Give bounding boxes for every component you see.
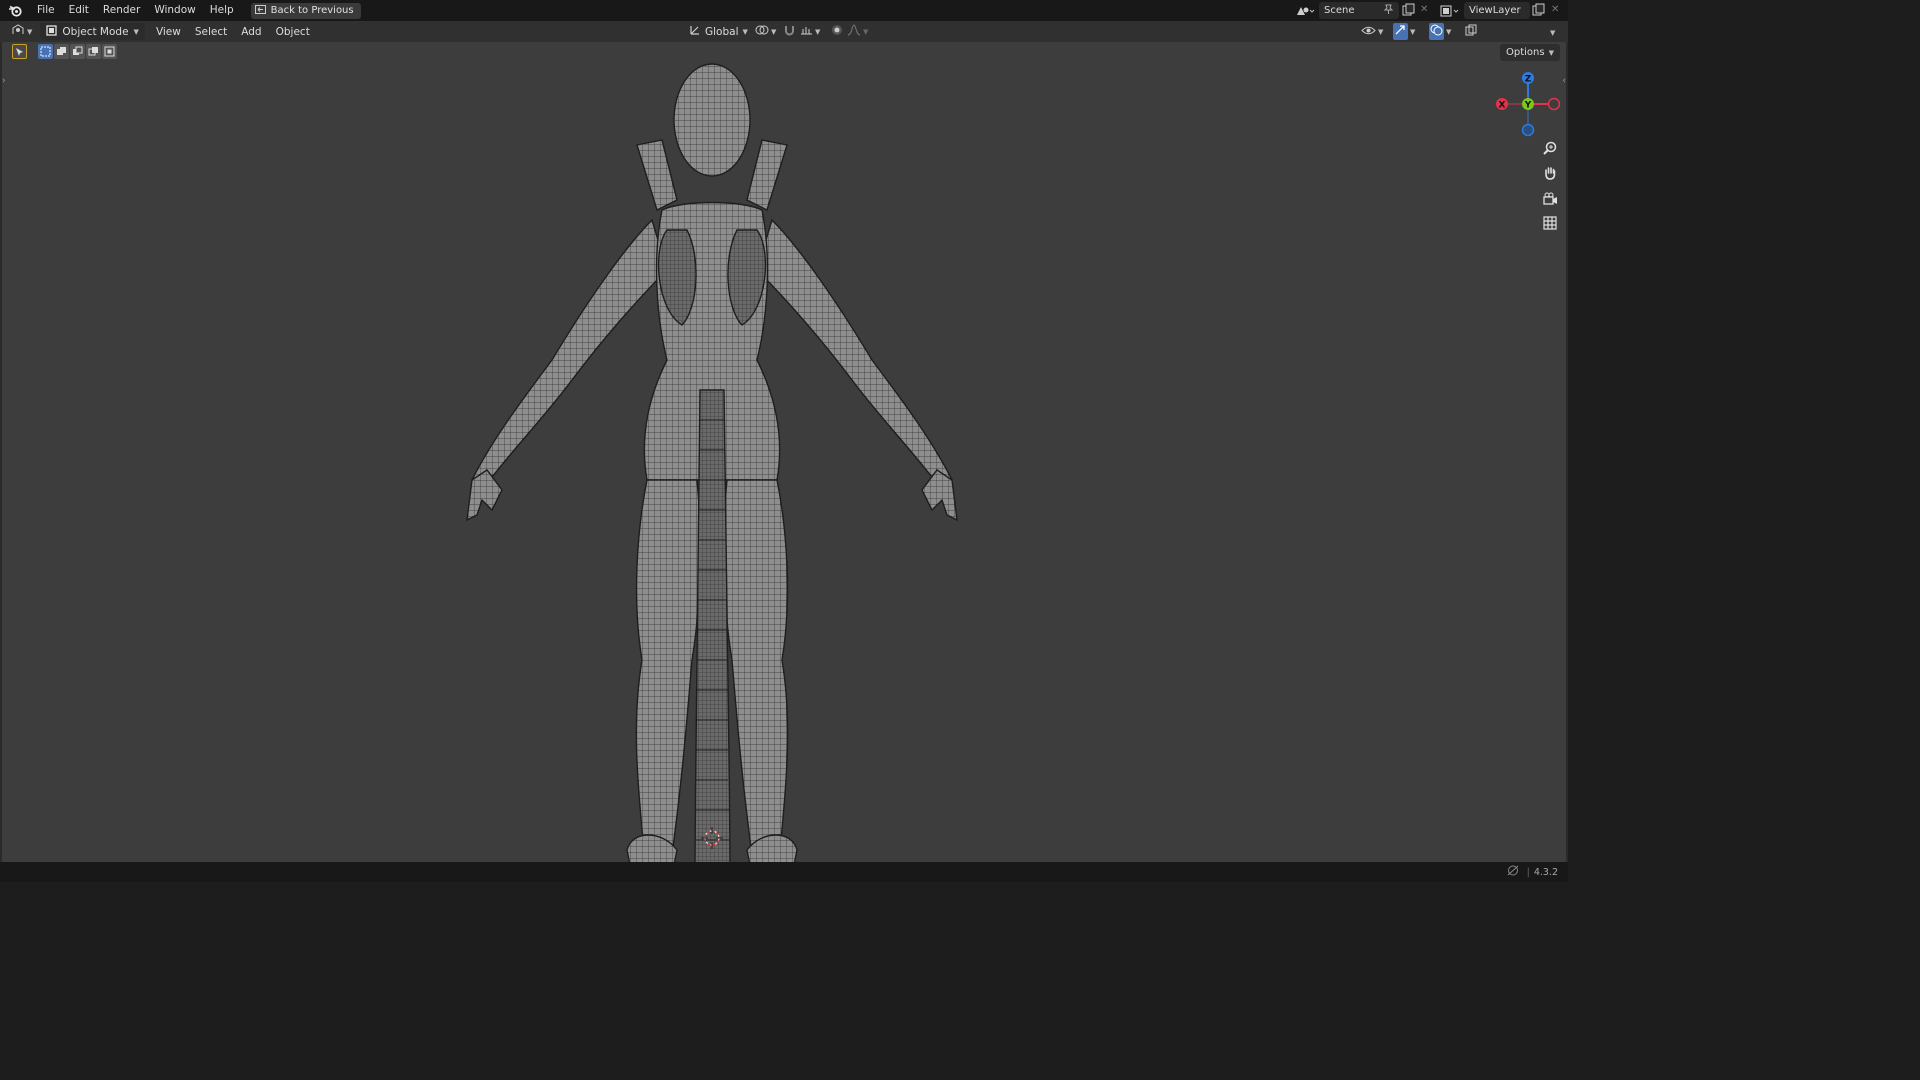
overlays-icon [1429, 23, 1444, 40]
chevron-down-icon: ▼ [1378, 27, 1384, 36]
set-new-selection-icon[interactable] [38, 44, 53, 59]
back-icon [254, 4, 266, 17]
camera-icon[interactable] [1540, 188, 1560, 208]
chevron-down-icon: ▼ [1446, 27, 1452, 36]
orientation-label: Global [705, 25, 739, 38]
subtract-selection-icon[interactable] [70, 44, 85, 59]
3d-viewport[interactable]: › ‹ Options ▼ Z X Y [0, 42, 1568, 864]
viewport-header: ▼ Object Mode ▼ View Select Add Object G… [0, 21, 1568, 59]
status-separator: | [1526, 866, 1530, 878]
mesh-right-arm [756, 218, 953, 492]
chevron-down-icon: ▼ [133, 27, 139, 36]
blender-logo-icon[interactable] [0, 0, 30, 21]
object-mode-label: Object Mode [62, 25, 129, 38]
pin-icon[interactable] [1383, 4, 1394, 17]
select-menu[interactable]: Select [190, 23, 232, 40]
mesh-tail [694, 389, 731, 864]
status-bar: | 4.3.2 [0, 862, 1568, 882]
invert-selection-icon[interactable] [86, 44, 101, 59]
gizmo-neg-x-axis [1547, 97, 1561, 111]
xray-toggle[interactable] [1460, 23, 1482, 40]
scene-browse-icon[interactable] [1295, 2, 1317, 19]
back-to-previous-button[interactable]: Back to Previous [250, 2, 361, 19]
menu-render[interactable]: Render [96, 0, 147, 21]
extend-selection-icon[interactable] [54, 44, 69, 59]
object-menu[interactable]: Object [271, 23, 315, 40]
options-dropdown[interactable]: Options ▼ [1500, 44, 1560, 61]
gizmo-toggle[interactable]: ▼ [1388, 23, 1420, 40]
mesh-right-leg [723, 479, 789, 856]
xray-icon [1465, 24, 1477, 39]
options-label: Options [1506, 47, 1545, 58]
menu-edit[interactable]: Edit [62, 0, 96, 21]
ortho-grid-icon[interactable] [1540, 213, 1560, 233]
gizmo-neg-z-axis [1521, 123, 1535, 137]
gizmo-icon [1393, 23, 1408, 40]
top-bar: File Edit Render Window Help Back to Pre… [0, 0, 1568, 21]
snap-increment-icon [800, 24, 813, 39]
mesh-left-hand [466, 469, 503, 522]
add-menu[interactable]: Add [236, 23, 266, 40]
back-to-previous-label: Back to Previous [270, 5, 354, 16]
view-menu[interactable]: View [151, 23, 186, 40]
proportional-falloff-dropdown[interactable]: ▼ [842, 23, 873, 40]
3d-viewport-icon [11, 24, 25, 39]
select-tool-icon[interactable] [12, 44, 27, 59]
gizmo-z-label: Z [1525, 75, 1532, 85]
eye-icon [1361, 25, 1376, 39]
mesh-left-leg [635, 479, 701, 856]
menu-file[interactable]: File [30, 0, 62, 21]
selection-mode-group [38, 44, 117, 59]
object-mode-dropdown[interactable]: Object Mode ▼ [40, 23, 145, 40]
snap-target-dropdown[interactable]: ▼ [795, 23, 825, 40]
viewlayer-browse-icon[interactable] [1440, 2, 1462, 19]
transform-orientation-dropdown[interactable]: Global ▼ [684, 23, 753, 40]
editor-type-button[interactable]: ▼ [6, 23, 37, 40]
chevron-down-icon: ▼ [863, 27, 869, 36]
chevron-down-icon: ▼ [815, 27, 821, 36]
intersect-selection-icon[interactable] [102, 44, 117, 59]
pivot-icon [755, 24, 769, 39]
orientation-icon [689, 24, 701, 39]
mesh-left-arm [471, 218, 668, 492]
object-visibility-dropdown[interactable]: ▼ [1356, 23, 1388, 40]
chevron-down-icon: ▼ [742, 27, 748, 36]
toolbar-expand-arrow-icon[interactable]: › [2, 76, 6, 86]
viewlayer-name: ViewLayer [1469, 5, 1521, 16]
chevron-down-icon: ▼ [771, 27, 777, 36]
mesh-left-shoulder-tube [636, 139, 678, 211]
scene-selector[interactable]: Scene [1319, 2, 1399, 19]
chevron-down-icon: ▼ [1548, 48, 1554, 57]
gizmo-x-label: X [1499, 101, 1506, 111]
menu-window[interactable]: Window [147, 0, 202, 21]
pan-hand-icon[interactable] [1540, 163, 1560, 183]
falloff-curve-icon [847, 24, 861, 39]
pivot-point-dropdown[interactable]: ▼ [750, 23, 781, 40]
delete-viewlayer-icon[interactable]: ✕ [1551, 4, 1559, 15]
new-scene-icon[interactable] [1402, 3, 1415, 19]
chevron-down-icon: ▼ [27, 27, 33, 36]
mesh-right-shoulder-tube [746, 139, 788, 211]
zoom-icon[interactable] [1540, 138, 1560, 158]
object-mode-icon [46, 24, 58, 39]
overlays-toggle[interactable]: ▼ [1424, 23, 1456, 40]
chevron-down-icon: ▼ [1410, 27, 1416, 36]
alien-mesh-model[interactable] [462, 60, 962, 864]
network-off-icon[interactable] [1507, 865, 1519, 879]
mesh-right-hand [921, 469, 958, 522]
select-tool-group [12, 44, 27, 59]
mesh-head [673, 63, 751, 177]
menu-help[interactable]: Help [203, 0, 241, 21]
scene-name: Scene [1324, 5, 1355, 16]
navigation-gizmo[interactable]: Z X Y [1490, 68, 1564, 140]
viewlayer-selector[interactable]: ViewLayer [1464, 2, 1530, 19]
shading-options-chevron-icon[interactable]: ▼ [1550, 29, 1555, 37]
blender-version: 4.3.2 [1533, 866, 1558, 878]
delete-scene-icon[interactable]: ✕ [1420, 4, 1428, 15]
gizmo-y-label: Y [1524, 101, 1532, 111]
new-viewlayer-icon[interactable] [1532, 3, 1545, 19]
